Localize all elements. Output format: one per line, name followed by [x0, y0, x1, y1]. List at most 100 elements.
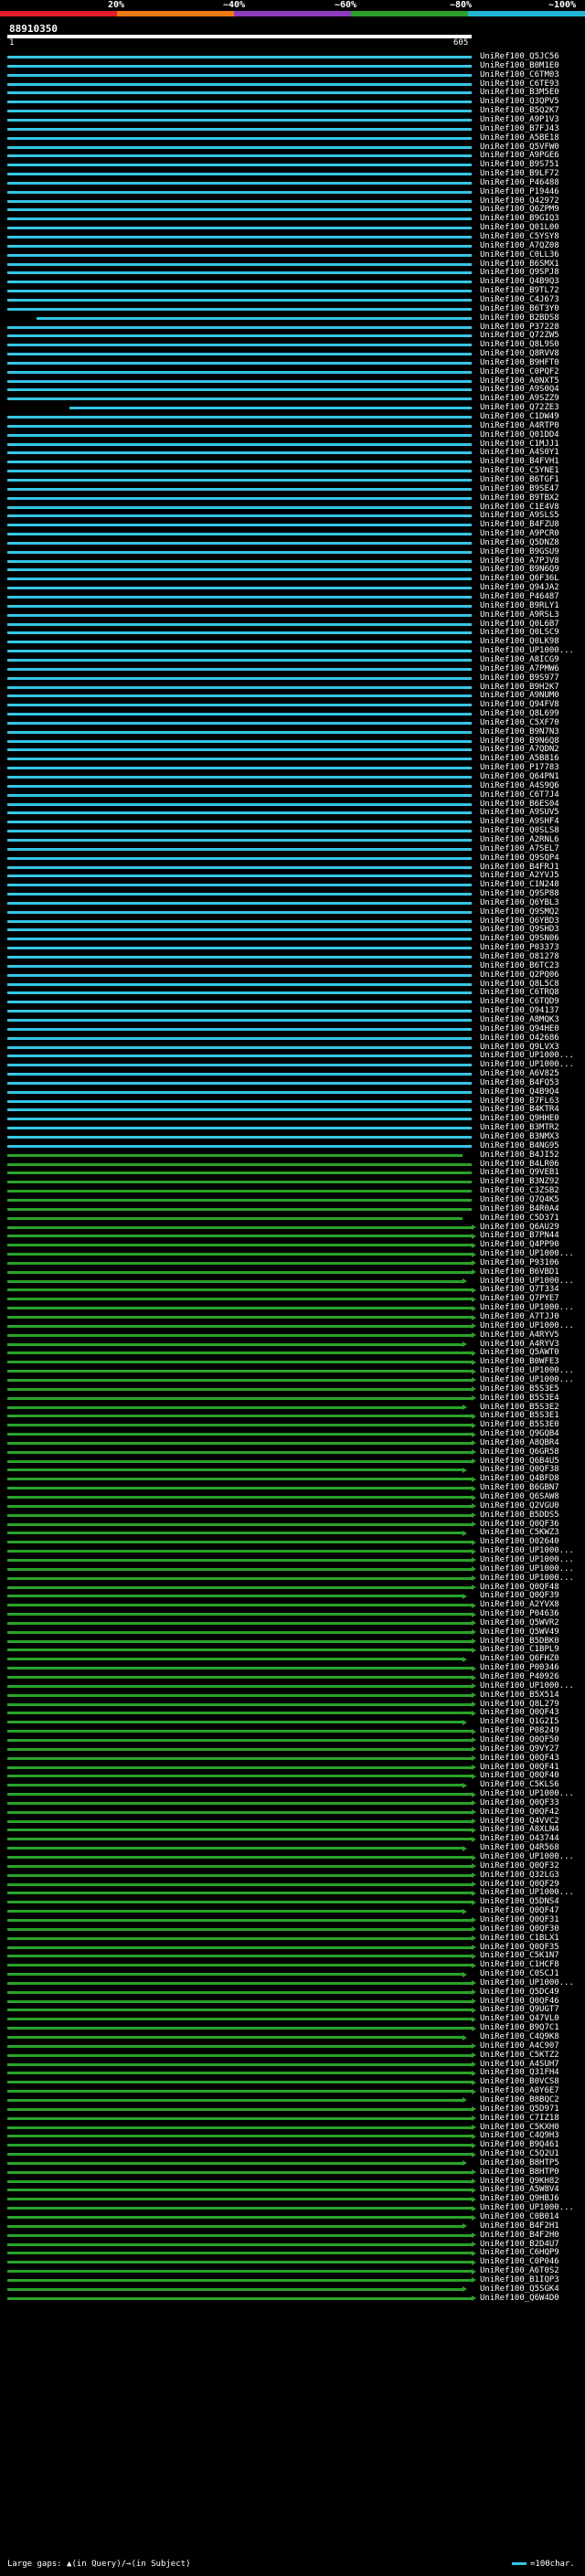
hit-alignment-bar[interactable]: [7, 541, 472, 545]
hit-alignment-bar[interactable]: [7, 1990, 472, 1994]
hit-alignment-bar[interactable]: [7, 1253, 472, 1256]
hit-alignment-bar[interactable]: [7, 875, 472, 878]
hit-alignment-bar[interactable]: [7, 1153, 463, 1157]
hit-label[interactable]: UniRef100_Q0QF29: [480, 1880, 559, 1889]
hit-alignment-bar[interactable]: [7, 2270, 472, 2274]
hit-alignment-bar[interactable]: [7, 578, 472, 581]
hit-alignment-bar[interactable]: [7, 1585, 472, 1589]
hit-alignment-bar[interactable]: [7, 1487, 472, 1490]
hit-alignment-bar[interactable]: [7, 748, 472, 752]
hit-alignment-bar[interactable]: [37, 316, 472, 320]
hit-label[interactable]: UniRef100_B4R0A4: [480, 1204, 559, 1214]
hit-alignment-bar[interactable]: [7, 1964, 472, 1967]
hit-alignment-bar[interactable]: [7, 2144, 472, 2147]
hit-label[interactable]: UniRef100_Q0QF36: [480, 1520, 559, 1529]
hit-label[interactable]: UniRef100_B9H2K7: [480, 683, 559, 692]
hit-label[interactable]: UniRef100_UP1000...: [480, 647, 574, 655]
hit-alignment-bar[interactable]: [7, 1621, 472, 1625]
hit-label[interactable]: UniRef100_Q0QF43: [480, 1709, 559, 1717]
hit-label[interactable]: UniRef100_B5S3E5: [480, 1384, 559, 1394]
hit-label[interactable]: UniRef100_C6TQD9: [480, 998, 559, 1006]
hit-alignment-bar[interactable]: [7, 776, 472, 779]
hit-alignment-bar[interactable]: [7, 1955, 472, 1958]
hit-alignment-bar[interactable]: [7, 604, 472, 608]
hit-label[interactable]: UniRef100_Q5JC56: [480, 53, 559, 61]
hit-alignment-bar[interactable]: [7, 64, 472, 68]
hit-label[interactable]: UniRef100_C6TM03: [480, 70, 559, 80]
hit-label[interactable]: UniRef100_B4FQ53: [480, 1078, 559, 1087]
hit-alignment-bar[interactable]: [7, 1216, 463, 1220]
hit-label[interactable]: UniRef100_UP1000...: [480, 1367, 574, 1375]
hit-label[interactable]: UniRef100_Q6W4D0: [480, 2294, 559, 2303]
hit-alignment-bar[interactable]: [7, 298, 472, 302]
hit-label[interactable]: UniRef100_C0B014: [480, 2213, 559, 2221]
hit-alignment-bar[interactable]: [7, 1396, 472, 1400]
hit-alignment-bar[interactable]: [7, 901, 472, 905]
hit-alignment-bar[interactable]: [7, 1001, 472, 1004]
hit-label[interactable]: UniRef100_B9N6Q9: [480, 566, 559, 574]
hit-label[interactable]: UniRef100_C1HCF8: [480, 1961, 559, 1969]
hit-alignment-bar[interactable]: [7, 2116, 472, 2120]
hit-label[interactable]: UniRef100_Q0QF31: [480, 1915, 559, 1924]
hit-alignment-bar[interactable]: [7, 91, 472, 95]
hit-alignment-bar[interactable]: [7, 2009, 472, 2012]
hit-label[interactable]: UniRef100_Q0QF42: [480, 1807, 559, 1817]
hit-alignment-bar[interactable]: [7, 1081, 472, 1085]
hit-label[interactable]: UniRef100_A8QBR4: [480, 1438, 559, 1447]
hit-label[interactable]: UniRef100_Q0QF43: [480, 1754, 559, 1763]
hit-label[interactable]: UniRef100_A9SUV5: [480, 809, 559, 817]
hit-label[interactable]: UniRef100_B4FVH1: [480, 458, 559, 466]
hit-label[interactable]: UniRef100_B5X514: [480, 1691, 559, 1700]
hit-alignment-bar[interactable]: [7, 2090, 472, 2094]
hit-label[interactable]: UniRef100_Q4VVC2: [480, 1817, 559, 1826]
hit-label[interactable]: UniRef100_B4KTR4: [480, 1106, 559, 1114]
hit-alignment-bar[interactable]: [7, 524, 472, 527]
hit-alignment-bar[interactable]: [7, 1981, 472, 1985]
hit-alignment-bar[interactable]: [7, 1901, 472, 1904]
hit-alignment-bar[interactable]: [69, 407, 472, 410]
hit-alignment-bar[interactable]: [7, 1513, 472, 1517]
hit-label[interactable]: UniRef100_B4F2H1: [480, 2221, 559, 2231]
hit-label[interactable]: UniRef100_C5KWZ3: [480, 1529, 559, 1537]
hit-label[interactable]: UniRef100_Q2VGU0: [480, 1501, 559, 1511]
hit-alignment-bar[interactable]: [7, 1433, 472, 1436]
hit-alignment-bar[interactable]: [7, 2287, 463, 2291]
hit-alignment-bar[interactable]: [7, 667, 472, 671]
hit-alignment-bar[interactable]: [7, 2296, 472, 2300]
hit-alignment-bar[interactable]: [7, 1892, 472, 1895]
hit-alignment-bar[interactable]: [7, 1765, 472, 1769]
hit-alignment-bar[interactable]: [7, 1136, 472, 1139]
hit-alignment-bar[interactable]: [7, 964, 472, 968]
hit-label[interactable]: UniRef100_B6ES04: [480, 800, 559, 809]
hit-label[interactable]: UniRef100_B4LR06: [480, 1160, 559, 1169]
hit-alignment-bar[interactable]: [7, 433, 472, 437]
hit-label[interactable]: UniRef100_Q9SQP4: [480, 853, 559, 863]
hit-alignment-bar[interactable]: [7, 2027, 472, 2030]
hit-alignment-bar[interactable]: [7, 2081, 472, 2084]
hit-label[interactable]: UniRef100_B8BQC2: [480, 2095, 559, 2104]
hit-label[interactable]: UniRef100_UP1000...: [480, 1375, 574, 1384]
hit-label[interactable]: UniRef100_Q01L00: [480, 224, 559, 232]
hit-alignment-bar[interactable]: [7, 199, 472, 203]
hit-label[interactable]: UniRef100_C0SCJ1: [480, 1970, 559, 1978]
hit-alignment-bar[interactable]: [7, 1756, 472, 1760]
hit-label[interactable]: UniRef100_A9S0Q4: [480, 386, 559, 394]
hit-label[interactable]: UniRef100_Q4PP90: [480, 1241, 559, 1249]
hit-label[interactable]: UniRef100_UP1000...: [480, 1061, 574, 1069]
hit-alignment-bar[interactable]: [7, 1090, 472, 1094]
hit-label[interactable]: UniRef100_Q0QF33: [480, 1798, 559, 1807]
hit-label[interactable]: UniRef100_P46487: [480, 593, 559, 601]
hit-alignment-bar[interactable]: [7, 767, 472, 770]
hit-label[interactable]: UniRef100_Q0QF38: [480, 1466, 559, 1474]
hit-alignment-bar[interactable]: [7, 694, 472, 698]
hit-label[interactable]: UniRef100_Q01DD4: [480, 430, 559, 440]
hit-alignment-bar[interactable]: [7, 173, 472, 176]
hit-label[interactable]: UniRef100_UP1000...: [480, 1250, 574, 1258]
hit-alignment-bar[interactable]: [7, 1424, 472, 1427]
hit-label[interactable]: UniRef100_Q5DNS4: [480, 1898, 559, 1906]
hit-label[interactable]: UniRef100_B9GSU9: [480, 547, 559, 557]
hit-label[interactable]: UniRef100_P17783: [480, 764, 559, 772]
hit-alignment-bar[interactable]: [7, 1910, 463, 1913]
hit-label[interactable]: UniRef100_Q6F36L: [480, 575, 559, 583]
hit-alignment-bar[interactable]: [7, 1235, 472, 1238]
